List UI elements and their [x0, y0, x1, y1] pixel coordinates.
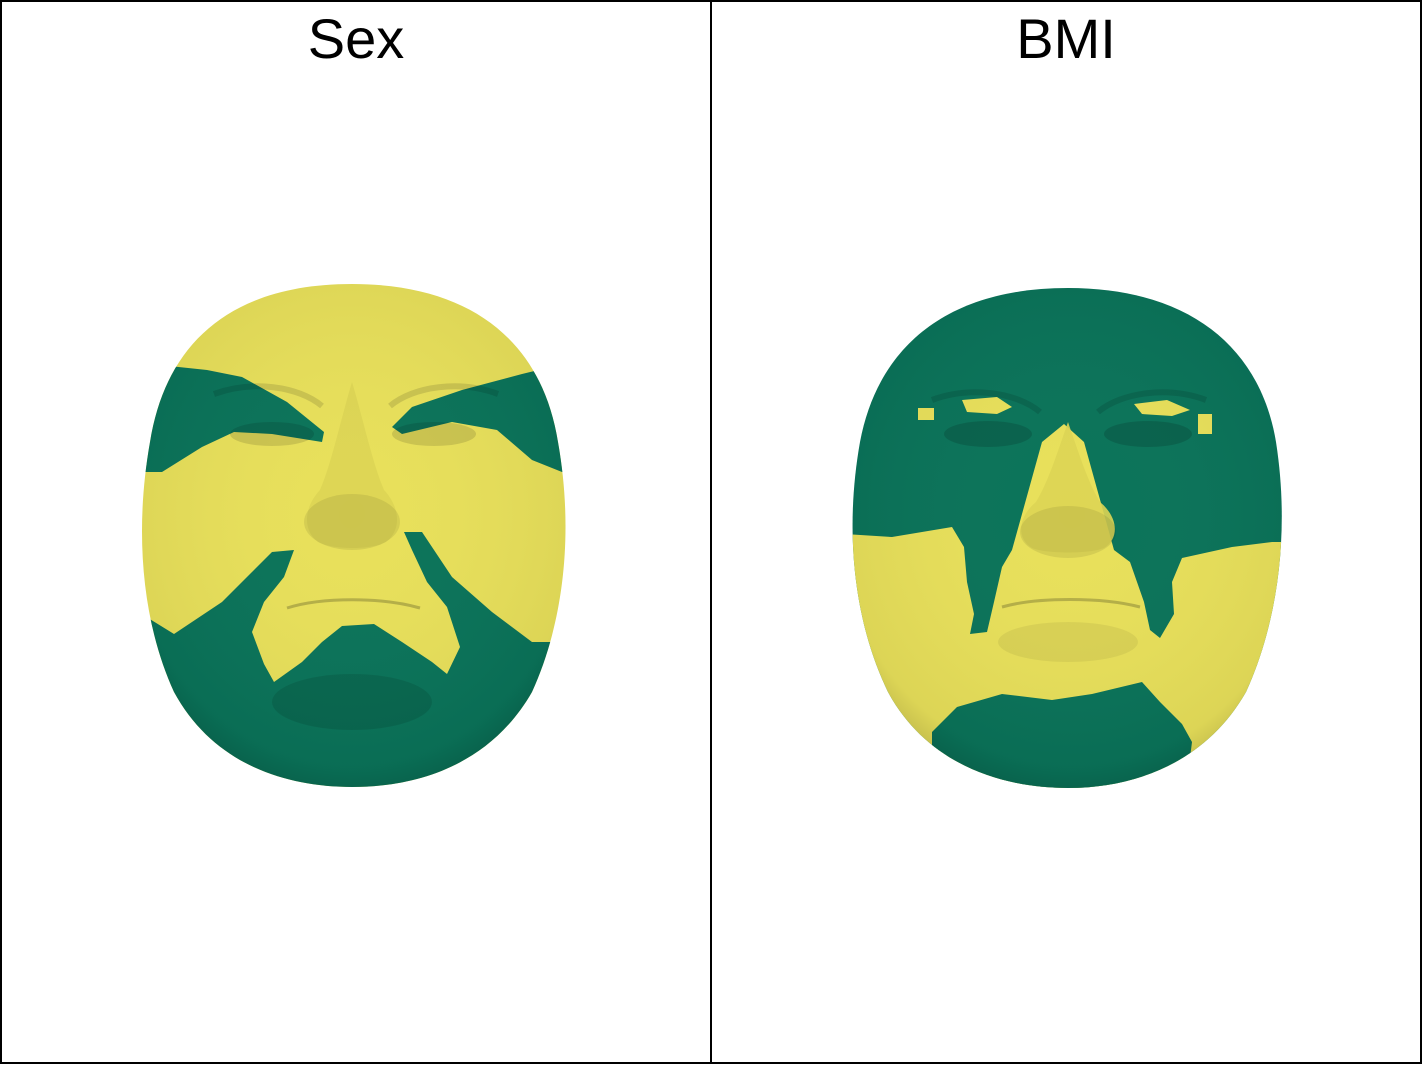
face-map-sex — [142, 284, 566, 787]
figure: Sex BMI — [0, 0, 1422, 1066]
face-map-bmi — [852, 288, 1282, 788]
panel-bmi: BMI — [710, 0, 1422, 1064]
panel-sex: Sex — [0, 0, 712, 1064]
